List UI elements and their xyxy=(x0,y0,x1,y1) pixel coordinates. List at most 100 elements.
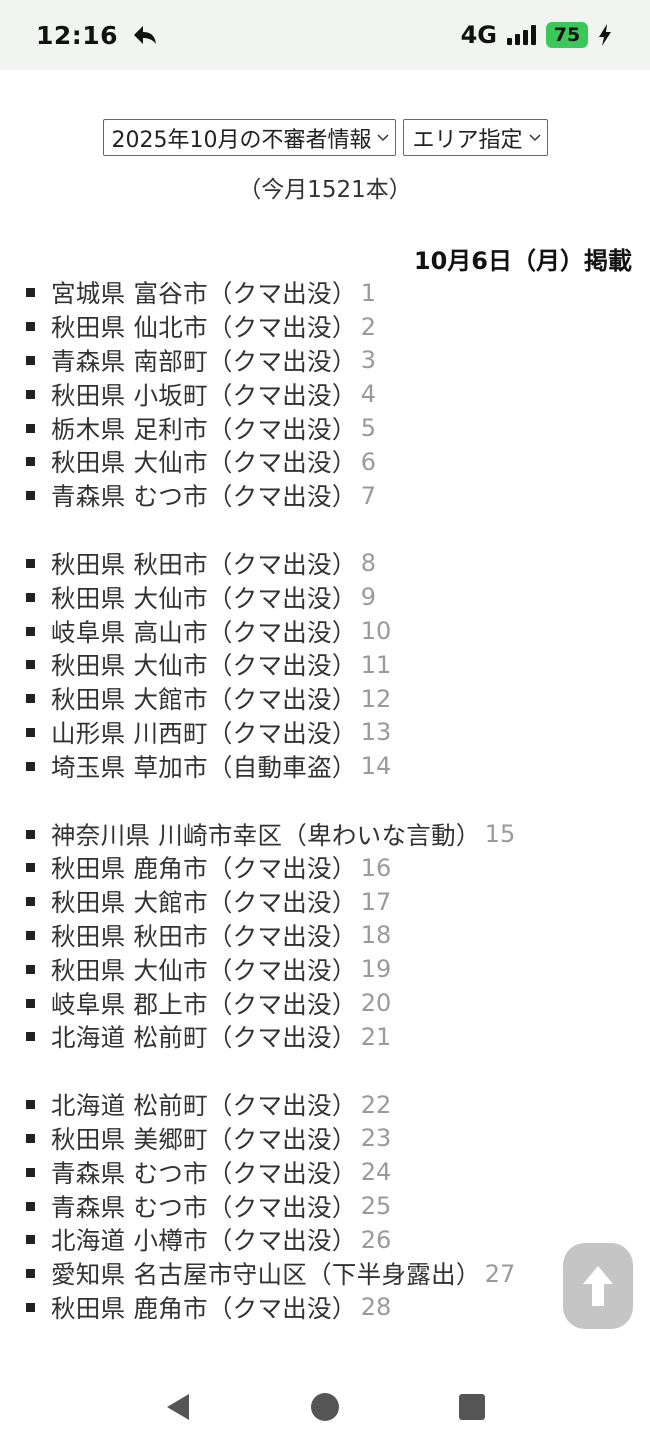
incident-title[interactable]: 秋田県 鹿角市（クマ出没） xyxy=(51,1290,357,1325)
incident-number: 15 xyxy=(484,820,516,849)
incident-title[interactable]: 秋田県 大仙市（クマ出没） xyxy=(51,647,357,682)
incident-title[interactable]: 秋田県 大館市（クマ出没） xyxy=(51,884,357,919)
list-item[interactable]: 北海道 松前町（クマ出没） 22 xyxy=(26,1088,636,1122)
list-item[interactable]: 宮城県 富谷市（クマ出没） 1 xyxy=(26,276,636,310)
incident-title[interactable]: 宮城県 富谷市（クマ出没） xyxy=(51,275,357,310)
list-item[interactable]: 秋田県 鹿角市（クマ出没） 16 xyxy=(26,851,636,885)
list-item[interactable]: 秋田県 美郷町（クマ出没） 23 xyxy=(26,1122,636,1156)
square-recents-icon[interactable] xyxy=(458,1393,486,1421)
incident-title[interactable]: 埼玉県 草加市（自動車盗） xyxy=(51,749,357,784)
triangle-back-icon[interactable] xyxy=(164,1392,192,1422)
list-item[interactable]: 秋田県 大館市（クマ出没） 12 xyxy=(26,682,636,716)
incident-number: 3 xyxy=(360,346,376,375)
bullet-icon xyxy=(26,660,35,670)
incident-title[interactable]: 青森県 むつ市（クマ出没） xyxy=(51,1155,357,1190)
network-label: 4G xyxy=(460,21,497,49)
bullet-icon xyxy=(26,694,35,704)
incident-title[interactable]: 神奈川県 川崎市幸区（卑わいな言動） xyxy=(51,817,481,852)
list-item[interactable]: 秋田県 秋田市（クマ出没） 18 xyxy=(26,919,636,953)
list-item[interactable]: 山形県 川西町（クマ出没） 13 xyxy=(26,716,636,750)
bullet-icon xyxy=(26,897,35,907)
incident-number: 22 xyxy=(360,1090,392,1119)
status-time: 12:16 xyxy=(36,20,119,50)
list-item[interactable]: 秋田県 大仙市（クマ出没） 19 xyxy=(26,952,636,986)
bullet-icon xyxy=(26,1167,35,1177)
incident-number: 25 xyxy=(360,1192,392,1221)
list-item[interactable]: 岐阜県 郡上市（クマ出没） 20 xyxy=(26,986,636,1020)
incident-title[interactable]: 秋田県 鹿角市（クマ出没） xyxy=(51,850,357,885)
bullet-icon xyxy=(26,491,35,501)
list-item[interactable]: 秋田県 大仙市（クマ出没） 9 xyxy=(26,580,636,614)
bullet-icon xyxy=(26,1133,35,1143)
bullet-icon xyxy=(26,863,35,873)
incident-number: 14 xyxy=(360,752,392,781)
incident-title[interactable]: 北海道 松前町（クマ出没） xyxy=(51,1087,357,1122)
incident-title[interactable]: 秋田県 小坂町（クマ出没） xyxy=(51,377,357,412)
list-item[interactable]: 秋田県 仙北市（クマ出没） 2 xyxy=(26,310,636,344)
bullet-icon xyxy=(26,1302,35,1312)
circle-home-icon[interactable] xyxy=(310,1392,340,1422)
incident-number: 19 xyxy=(360,955,392,984)
list-item[interactable]: 秋田県 鹿角市（クマ出没） 28 xyxy=(26,1291,636,1325)
incident-title[interactable]: 愛知県 名古屋市守山区（下半身露出） xyxy=(51,1256,481,1291)
incident-title[interactable]: 秋田県 秋田市（クマ出没） xyxy=(51,918,357,953)
incident-title[interactable]: 秋田県 大仙市（クマ出没） xyxy=(51,952,357,987)
date-heading: 10月6日（月）掲載 xyxy=(413,247,632,275)
list-item[interactable]: 埼玉県 草加市（自動車盗） 14 xyxy=(26,749,636,783)
incident-group: 北海道 松前町（クマ出没） 22 秋田県 美郷町（クマ出没） 23 青森県 むつ市（クマ… xyxy=(26,1088,636,1325)
battery-icon: 75 xyxy=(546,22,588,48)
incident-title[interactable]: 秋田県 仙北市（クマ出没） xyxy=(51,309,357,344)
list-item[interactable]: 青森県 むつ市（クマ出没） 25 xyxy=(26,1189,636,1223)
area-select[interactable]: エリア指定 xyxy=(403,119,548,156)
list-item[interactable]: 秋田県 大仙市（クマ出没） 6 xyxy=(26,445,636,479)
month-select[interactable]: 2025年10月の不審者情報 xyxy=(102,119,397,156)
list-item[interactable]: 秋田県 大館市（クマ出没） 17 xyxy=(26,885,636,919)
list-item[interactable]: 青森県 南部町（クマ出没） 3 xyxy=(26,344,636,378)
list-item[interactable]: 青森県 むつ市（クマ出没） 24 xyxy=(26,1155,636,1189)
incident-title[interactable]: 秋田県 大仙市（クマ出没） xyxy=(51,580,357,615)
bullet-icon xyxy=(26,1032,35,1042)
list-item[interactable]: 岐阜県 高山市（クマ出没） 10 xyxy=(26,614,636,648)
incident-number: 26 xyxy=(360,1225,392,1254)
list-item[interactable]: 神奈川県 川崎市幸区（卑わいな言動） 15 xyxy=(26,817,636,851)
list-item[interactable]: 栃木県 足利市（クマ出没） 5 xyxy=(26,411,636,445)
list-item[interactable]: 秋田県 小坂町（クマ出没） 4 xyxy=(26,377,636,411)
month-select-value: 2025年10月の不審者情報 xyxy=(111,127,372,153)
incident-title[interactable]: 秋田県 大仙市（クマ出没） xyxy=(51,444,357,479)
incident-title[interactable]: 北海道 小樽市（クマ出没） xyxy=(51,1222,357,1257)
incident-title[interactable]: 岐阜県 高山市（クマ出没） xyxy=(51,614,357,649)
list-item[interactable]: 北海道 松前町（クマ出没） 21 xyxy=(26,1020,636,1054)
list-item[interactable]: 秋田県 秋田市（クマ出没） 8 xyxy=(26,547,636,581)
list-item[interactable]: 青森県 むつ市（クマ出没） 7 xyxy=(26,479,636,513)
incident-list: 宮城県 富谷市（クマ出没） 1 秋田県 仙北市（クマ出没） 2 青森県 南部町（クマ出没… xyxy=(26,276,636,1358)
incident-number: 2 xyxy=(360,312,376,341)
incident-title[interactable]: 青森県 むつ市（クマ出没） xyxy=(51,478,357,513)
incident-number: 24 xyxy=(360,1158,392,1187)
incident-title[interactable]: 岐阜県 郡上市（クマ出没） xyxy=(51,986,357,1021)
incident-number: 28 xyxy=(360,1293,392,1322)
list-item[interactable]: 秋田県 大仙市（クマ出没） 11 xyxy=(26,648,636,682)
incident-number: 13 xyxy=(360,718,392,747)
scroll-top-button[interactable] xyxy=(563,1243,633,1329)
incident-title[interactable]: 秋田県 大館市（クマ出没） xyxy=(51,681,357,716)
incident-group: 神奈川県 川崎市幸区（卑わいな言動） 15 秋田県 鹿角市（クマ出没） 16 秋田県 大… xyxy=(26,817,636,1054)
incident-title[interactable]: 秋田県 美郷町（クマ出没） xyxy=(51,1121,357,1156)
list-item[interactable]: 北海道 小樽市（クマ出没） 26 xyxy=(26,1223,636,1257)
bullet-icon xyxy=(26,930,35,940)
incident-title[interactable]: 栃木県 足利市（クマ出没） xyxy=(51,411,357,446)
area-select-value: エリア指定 xyxy=(412,127,523,153)
bullet-icon xyxy=(26,727,35,737)
incident-title[interactable]: 秋田県 秋田市（クマ出没） xyxy=(51,546,357,581)
bullet-icon xyxy=(26,322,35,332)
incident-title[interactable]: 北海道 松前町（クマ出没） xyxy=(51,1019,357,1054)
incident-number: 23 xyxy=(360,1124,392,1153)
incident-title[interactable]: 青森県 むつ市（クマ出没） xyxy=(51,1189,357,1224)
incident-number: 4 xyxy=(360,380,376,409)
battery-level: 75 xyxy=(553,24,581,46)
incident-title[interactable]: 山形県 川西町（クマ出没） xyxy=(51,715,357,750)
incident-title[interactable]: 青森県 南部町（クマ出没） xyxy=(51,343,357,378)
reply-arrow-icon xyxy=(134,26,157,44)
filter-controls: 2025年10月の不審者情報 エリア指定 xyxy=(0,119,650,156)
status-left: 12:16 xyxy=(36,21,158,50)
list-item[interactable]: 愛知県 名古屋市守山区（下半身露出） 27 xyxy=(26,1257,636,1291)
